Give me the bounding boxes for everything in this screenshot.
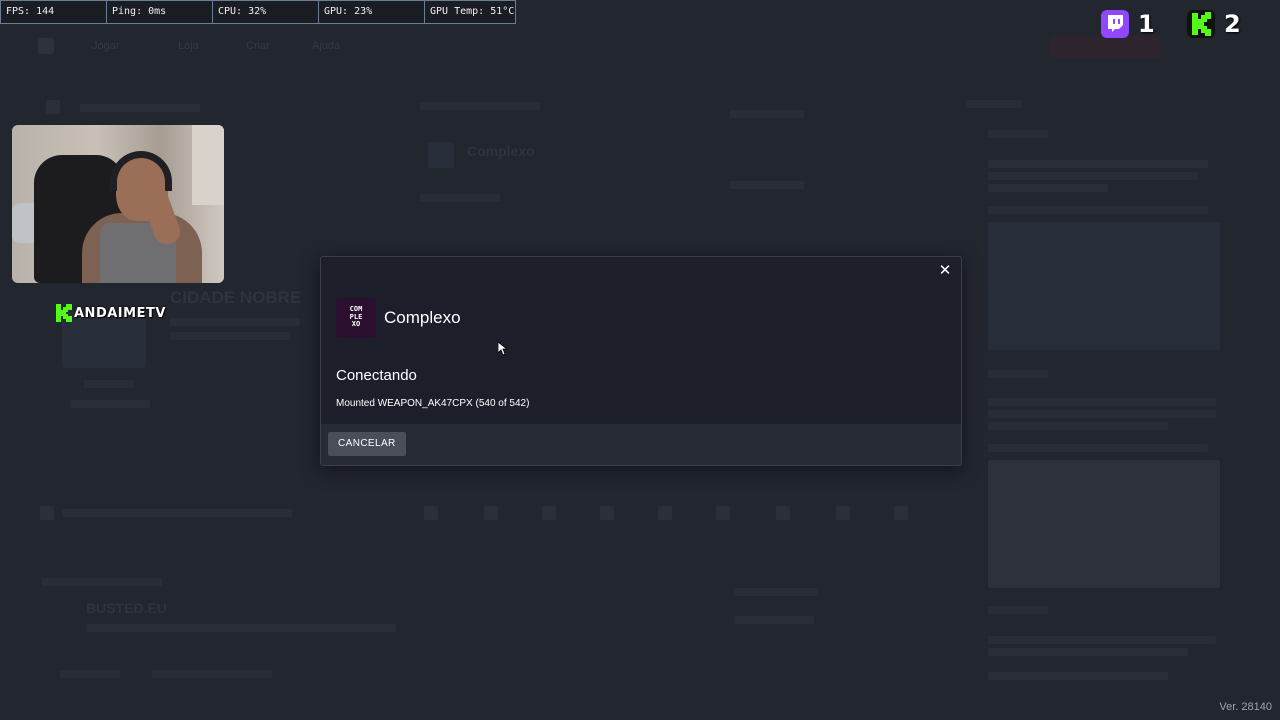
connecting-dialog: ✕ COM PLE XO Complexo Conectando Mounted… [320, 256, 962, 466]
kick-icon [1187, 10, 1215, 38]
kick-count: 2 [1224, 10, 1241, 38]
server-header: COM PLE XO Complexo [336, 298, 461, 338]
gpu-readout: GPU: 23% [319, 1, 425, 23]
performance-overlay: FPS: 144 Ping: 0ms CPU: 32% GPU: 23% GPU… [0, 0, 516, 24]
connection-status: Conectando [336, 367, 417, 384]
loading-detail: Mounted WEAPON_AK47CPX (540 of 542) [336, 398, 530, 409]
dialog-footer: CANCELAR [321, 424, 961, 465]
webcam-feed [12, 125, 224, 283]
kick-logo-icon [56, 304, 72, 322]
mouse-cursor-icon [498, 342, 508, 356]
gpu-temp-readout: GPU Temp: 51°C [430, 6, 515, 17]
server-logo-text: COM PLE XO [349, 305, 363, 328]
cpu-readout: CPU: 32% [213, 1, 319, 23]
close-icon[interactable]: ✕ [935, 261, 955, 281]
ping-readout: Ping: 0ms [107, 1, 213, 23]
kick-counter: 2 [1186, 8, 1241, 40]
streamer-name-tag: ANDAIMETV [56, 303, 166, 323]
server-name: Complexo [384, 308, 461, 327]
twitch-icon [1101, 10, 1129, 38]
version-label: Ver. 28140 [1219, 701, 1272, 713]
server-logo-icon: COM PLE XO [336, 298, 376, 338]
streamer-name: ANDAIMETV [74, 305, 166, 321]
twitch-counter: 1 [1100, 8, 1155, 40]
fps-readout: FPS: 144 [1, 1, 107, 23]
cancel-button[interactable]: CANCELAR [328, 432, 406, 456]
twitch-count: 1 [1138, 10, 1155, 38]
